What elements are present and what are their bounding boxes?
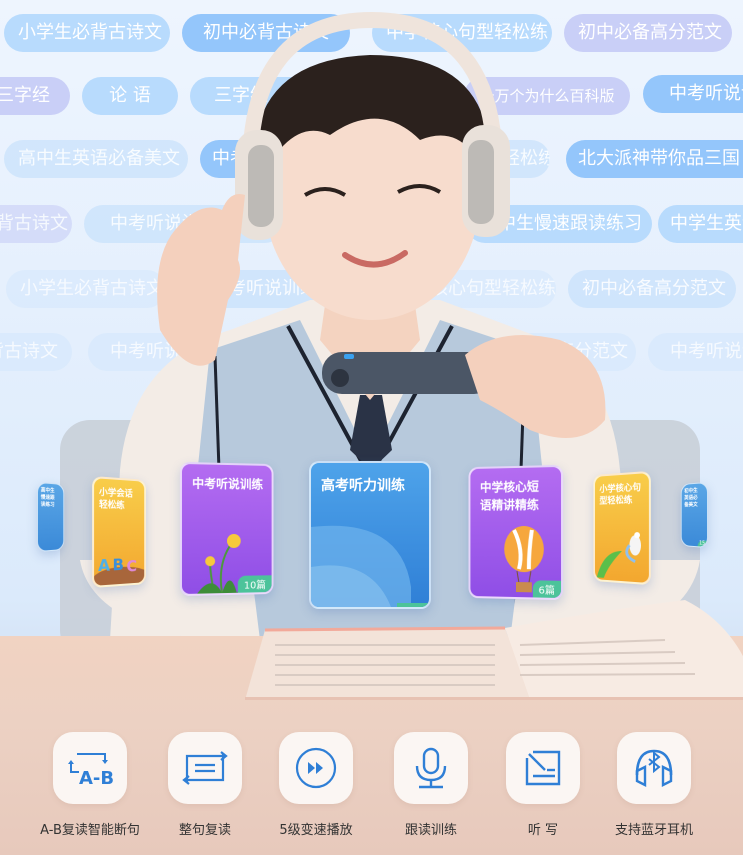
feature-label: 听 写 — [527, 823, 559, 838]
bluetooth-headphones-icon — [635, 749, 673, 787]
microphone-icon — [415, 747, 447, 789]
wave-decoration — [311, 525, 429, 607]
feature-icon-box — [394, 732, 468, 804]
card-badge: 10篇 — [238, 575, 272, 593]
card-title: 小学会话轻松练 — [99, 487, 133, 512]
feature-ab-repeat[interactable]: A-B A-B复读智能断句 — [30, 732, 150, 838]
card-title: 高中生慢速跟读练习 — [40, 487, 55, 509]
feature-read-along[interactable]: 跟读训练 — [371, 732, 491, 838]
feature-icon-box — [506, 732, 580, 804]
ab-repeat-icon: A-B — [68, 753, 114, 788]
feature-icon-box — [617, 732, 691, 804]
card-title: 初中生英语必备美文 — [684, 487, 698, 509]
card-title: 中学核心短语精讲精练 — [479, 479, 539, 513]
course-card[interactable]: 高中生慢速跟读练习 — [36, 481, 65, 553]
abc-letters-illustration: A B C — [94, 555, 146, 586]
course-card[interactable]: 初中生英语必备美文 15 — [680, 481, 709, 549]
course-card[interactable]: 高考听力训练 — [309, 461, 431, 609]
feature-icon-box: A-B — [53, 732, 127, 804]
svg-text:A: A — [98, 555, 111, 575]
feature-dictation[interactable]: 听 写 — [483, 732, 603, 838]
feature-sentence-repeat[interactable]: 整句复读 — [145, 732, 265, 838]
card-title: 高考听力训练 — [321, 478, 405, 494]
feature-speed-playback[interactable]: 5级变速播放 — [256, 732, 376, 838]
feature-icon-box — [168, 732, 242, 804]
card-title: 小学核心句型轻松练 — [599, 482, 642, 507]
course-card[interactable]: 中考听说训练 10篇 — [179, 461, 274, 597]
svg-text:A-B: A-B — [79, 768, 114, 788]
promo-banner: 小学生必背古诗文 初中必背古诗文 中学核心句型轻松练 初中必备高分范文 三字经 … — [0, 0, 743, 855]
card-title: 中考听说训练 — [192, 476, 264, 492]
feature-bluetooth-headphones[interactable]: 支持蓝牙耳机 — [594, 732, 714, 838]
svg-text:C: C — [126, 556, 137, 576]
course-card[interactable]: 中学核心短语精讲精练 6篇 — [468, 464, 564, 601]
feature-icon-box — [279, 732, 353, 804]
feature-label: 5级变速播放 — [279, 823, 353, 838]
feature-label: 跟读训练 — [404, 823, 457, 838]
open-book — [245, 600, 743, 700]
feature-list: A-B A-B复读智能断句 整句复读 5级变速播放 跟读训练 听 写 支持蓝牙耳… — [0, 732, 743, 842]
svg-text:B: B — [113, 555, 124, 575]
feature-label: 支持蓝牙耳机 — [614, 823, 693, 838]
card-badge: 6篇 — [532, 580, 562, 599]
sentence-repeat-icon — [182, 751, 228, 785]
course-card[interactable]: 小学会话轻松练 A B C — [92, 475, 146, 589]
card-badge: 15 — [697, 540, 708, 547]
course-card[interactable]: 小学核心句型轻松练 — [593, 470, 651, 586]
fast-forward-icon — [295, 747, 337, 789]
feature-label: A-B复读智能断句 — [40, 823, 140, 838]
dictation-icon — [525, 750, 561, 786]
parrot-illustration — [596, 532, 651, 580]
feature-label: 整句复读 — [178, 823, 231, 838]
